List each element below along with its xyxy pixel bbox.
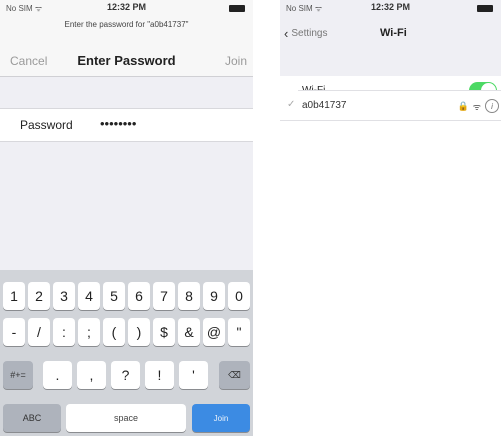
key-symbol-2[interactable]: / (28, 318, 50, 346)
key-4[interactable]: 4 (78, 282, 100, 310)
info-icon[interactable]: i (485, 99, 499, 113)
keyboard-row-numbers: 1234567890 (0, 282, 253, 312)
key-3[interactable]: 3 (53, 282, 75, 310)
space-key[interactable]: space (66, 404, 186, 432)
key-symbol-10[interactable]: " (228, 318, 250, 346)
symbols-mode-key[interactable]: #+= (3, 361, 33, 389)
lock-icon: 🔒 (457, 100, 469, 111)
checkmark-icon: ✓ (287, 99, 296, 110)
network-row[interactable]: ✓ a0b41737 🔒 ᯤ i (280, 91, 501, 121)
key-1[interactable]: 1 (3, 282, 25, 310)
back-button[interactable]: ‹ Settings (284, 26, 327, 41)
status-bar: No SIM ᯤ 12:32 PM (0, 0, 253, 18)
keyboard: 1234567890 - /:;() $ & @ " #+=.,?! ' ⌫ ABC space… (0, 270, 253, 436)
battery-icon (229, 5, 245, 12)
key-symbol-4[interactable]: ; (78, 318, 100, 346)
network-name: a0b41737 (302, 100, 347, 111)
key-10[interactable]: 0 (228, 282, 250, 310)
password-input[interactable]: •••••••• (100, 116, 136, 131)
key-6[interactable]: 6 (128, 282, 150, 310)
key-symbol-6[interactable]: ) (128, 318, 150, 346)
key-punct-2[interactable]: , (77, 361, 106, 389)
join-button[interactable]: Join (225, 54, 247, 68)
key-7[interactable]: 7 (153, 282, 175, 310)
key-symbol-7[interactable]: $ (153, 318, 175, 346)
password-field[interactable]: Password •••••••• (0, 108, 253, 142)
password-prompt: Enter the password for "a0b41737" (64, 20, 189, 29)
status-time: 12:32 PM (106, 2, 147, 12)
status-time: 12:32 PM (370, 2, 411, 12)
key-symbol-3[interactable]: : (53, 318, 75, 346)
status-bar: No SIM ᯤ 12:32 PM (280, 0, 501, 18)
network-icons: 🔒 ᯤ i (458, 99, 499, 113)
key-8[interactable]: 8 (178, 282, 200, 310)
keyboard-join-key[interactable]: Join (192, 404, 250, 432)
password-screen: No SIM ᯤ 12:32 PM Enter the password for… (0, 0, 253, 436)
key-5[interactable]: 5 (103, 282, 125, 310)
key-punct-4[interactable]: ! (145, 361, 174, 389)
back-label: Settings (291, 28, 328, 39)
key-9[interactable]: 9 (203, 282, 225, 310)
key-symbol-8[interactable]: & (178, 318, 200, 346)
key-punct-5[interactable]: ' (179, 361, 208, 389)
keyboard-row-symbols: - /:;() $ & @ " (0, 318, 253, 348)
key-punct-1[interactable]: . (43, 361, 72, 389)
page-title: Enter Password (77, 53, 176, 68)
page-title: Wi-Fi (380, 27, 407, 39)
wifi-signal-icon: ᯤ (472, 101, 481, 112)
chevron-left-icon: ‹ (284, 26, 289, 41)
key-symbol-1[interactable]: - (3, 318, 25, 346)
delete-key[interactable]: ⌫ (219, 361, 250, 389)
wifi-settings-screen: No SIM ᯤ 12:32 PM ‹ Settings Wi-Fi Wi-Fi… (280, 0, 501, 436)
divider (280, 120, 501, 121)
password-label: Password (20, 118, 73, 132)
abc-mode-key[interactable]: ABC (3, 404, 61, 432)
key-punct-3[interactable]: ? (111, 361, 140, 389)
battery-icon (477, 5, 493, 12)
key-symbol-9[interactable]: @ (203, 318, 225, 346)
key-2[interactable]: 2 (28, 282, 50, 310)
keyboard-row-punctuation: #+=.,?! ' ⌫ (0, 361, 253, 391)
keyboard-row-bottom: ABC space Join (0, 404, 253, 434)
key-symbol-5[interactable]: ( (103, 318, 125, 346)
